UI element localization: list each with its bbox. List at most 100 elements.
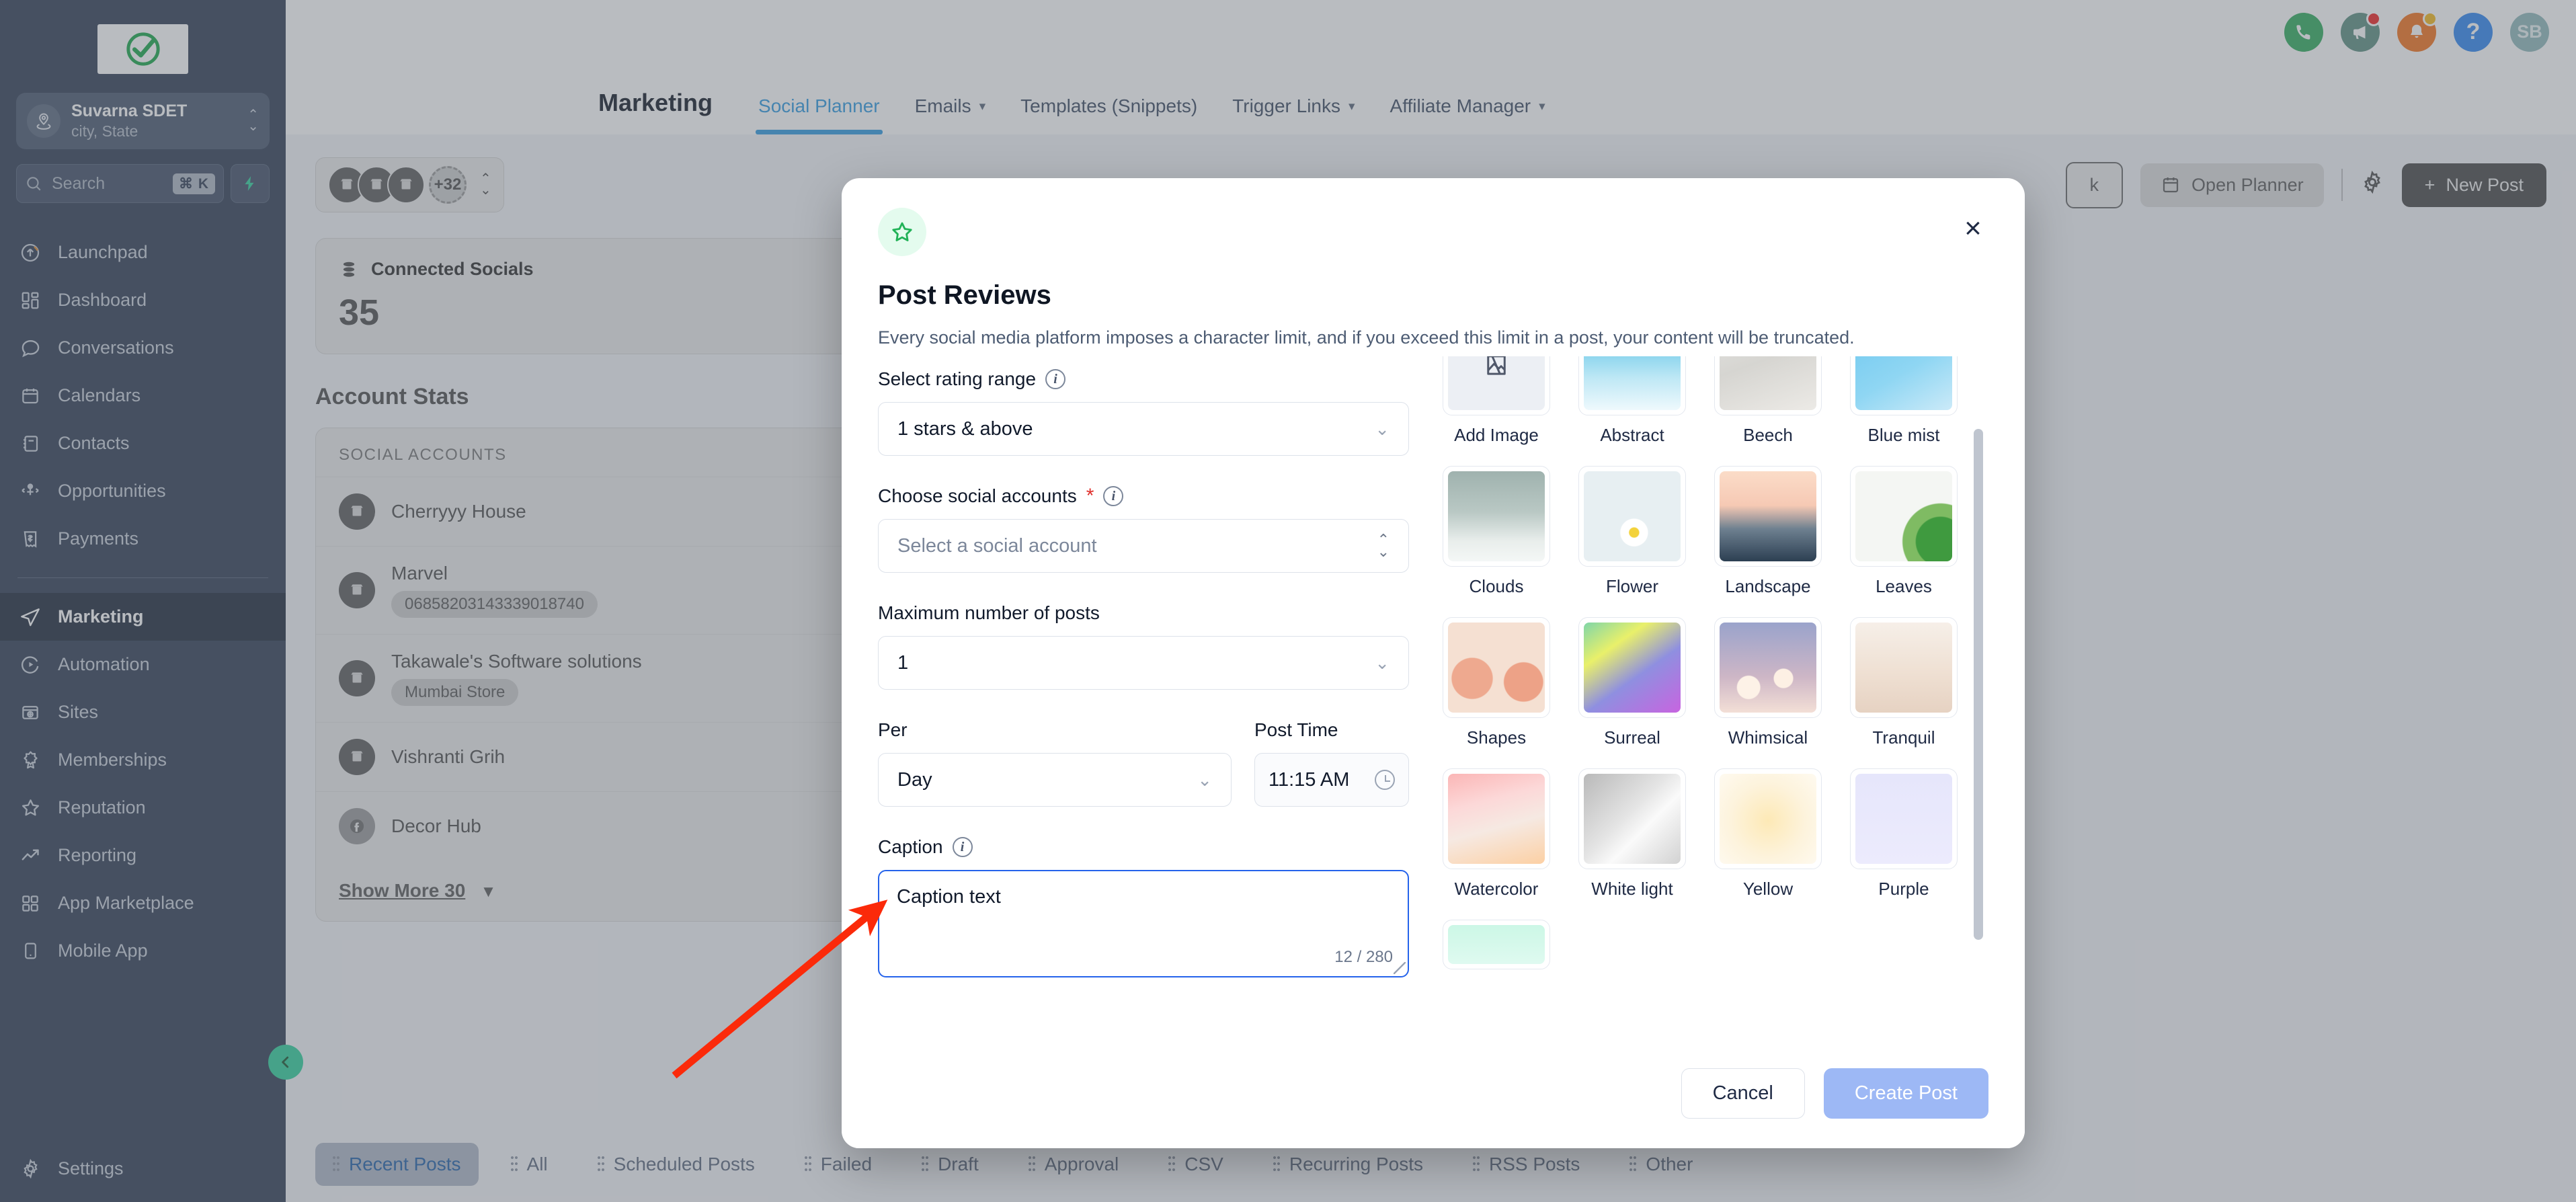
- gallery-thumb: [1443, 617, 1550, 719]
- gallery-item-whimsical[interactable]: Whimsical: [1707, 617, 1828, 748]
- gallery-item-shapes[interactable]: Shapes: [1436, 617, 1557, 748]
- modal-title: Post Reviews: [878, 280, 1051, 310]
- gallery-image: [1448, 471, 1545, 562]
- gallery-item-surreal[interactable]: Surreal: [1572, 617, 1693, 748]
- chevron-updown-icon: ⌃ ⌄: [1377, 531, 1390, 561]
- caption-value: Caption text: [897, 886, 1001, 908]
- gallery-image: [1855, 774, 1952, 865]
- social-accounts-placeholder: Select a social account: [897, 534, 1097, 557]
- gallery-image: [1855, 471, 1952, 562]
- gallery-image: [1855, 356, 1952, 411]
- social-accounts-label: Choose social accounts: [878, 485, 1077, 507]
- gallery-item-yellow[interactable]: Yellow: [1707, 768, 1828, 899]
- gallery-thumb: [1714, 466, 1822, 567]
- per-value: Day: [897, 768, 932, 791]
- gallery-item-blue-mist[interactable]: Blue mist: [1843, 356, 1964, 446]
- gallery-scroll-area[interactable]: Add Image Abstract Beech Blue mist Cloud…: [1436, 356, 1964, 1048]
- gallery-image: [1584, 774, 1681, 865]
- social-accounts-group: Choose social accounts * i Select a soci…: [878, 485, 1409, 573]
- gallery-label: White light: [1591, 879, 1673, 899]
- star-outline-icon: [878, 208, 926, 256]
- create-post-button[interactable]: Create Post: [1823, 1068, 1988, 1119]
- gallery-thumb: [1714, 768, 1822, 870]
- gallery-label: Tranquil: [1872, 727, 1935, 748]
- chevron-down-icon: ⌄: [1197, 769, 1212, 790]
- gallery-image: [1584, 471, 1681, 562]
- rating-range-group: Select rating range i 1 stars & above ⌄: [878, 368, 1409, 456]
- required-asterisk: *: [1086, 485, 1094, 508]
- gallery-scrollbar[interactable]: [1974, 429, 1983, 940]
- gallery-item-partial[interactable]: [1436, 920, 1557, 970]
- caption-input[interactable]: Caption text 12 / 280: [878, 870, 1409, 978]
- post-time-label: Post Time: [1254, 719, 1338, 741]
- max-posts-select[interactable]: 1 ⌄: [878, 636, 1409, 690]
- caption-label-row: Caption i: [878, 836, 1409, 858]
- social-accounts-select[interactable]: Select a social account ⌃ ⌄: [878, 519, 1409, 573]
- gallery-item-flower[interactable]: Flower: [1572, 466, 1693, 597]
- gallery-image: [1855, 623, 1952, 713]
- gallery-item-landscape[interactable]: Landscape: [1707, 466, 1828, 597]
- post-time-input[interactable]: 11:15 AM: [1254, 753, 1409, 807]
- gallery-image: [1720, 471, 1816, 562]
- clock-icon: [1375, 770, 1395, 791]
- caption-label: Caption: [878, 836, 943, 858]
- gallery-thumb: [1443, 356, 1550, 416]
- info-icon[interactable]: i: [1103, 486, 1124, 507]
- gallery-thumb: [1443, 920, 1550, 970]
- gallery-image: [1448, 623, 1545, 713]
- gallery-label: Shapes: [1466, 727, 1527, 748]
- gallery-item-clouds[interactable]: Clouds: [1436, 466, 1557, 597]
- per-label: Per: [878, 719, 908, 741]
- per-select[interactable]: Day ⌄: [878, 753, 1232, 807]
- gallery-item-add-image[interactable]: Add Image: [1436, 356, 1557, 446]
- rating-range-select[interactable]: 1 stars & above ⌄: [878, 402, 1409, 456]
- gallery-item-tranquil[interactable]: Tranquil: [1843, 617, 1964, 748]
- modal-subtitle: Every social media platform imposes a ch…: [878, 327, 1855, 348]
- image-gallery: Add Image Abstract Beech Blue mist Cloud…: [1436, 356, 1988, 1048]
- post-time-value: 11:15 AM: [1269, 768, 1350, 791]
- gallery-label: Clouds: [1469, 576, 1524, 597]
- gallery-thumb: [1850, 768, 1958, 870]
- gallery-thumb: [1850, 617, 1958, 719]
- gallery-item-beech[interactable]: Beech: [1707, 356, 1828, 446]
- gallery-item-white-light[interactable]: White light: [1572, 768, 1693, 899]
- gallery-thumb: [1578, 466, 1686, 567]
- gallery-label: Beech: [1743, 425, 1793, 446]
- close-icon[interactable]: ×: [1958, 213, 1988, 244]
- rating-range-label: Select rating range: [878, 368, 1037, 390]
- gallery-item-abstract[interactable]: Abstract: [1572, 356, 1693, 446]
- modal-header: Post Reviews Every social media platform…: [842, 178, 2025, 350]
- chevron-down-icon: ⌄: [1375, 652, 1390, 673]
- add-image-icon: [1448, 356, 1545, 411]
- resize-handle-icon[interactable]: [1394, 962, 1406, 975]
- gallery-image: [1448, 774, 1545, 865]
- max-posts-group: Maximum number of posts 1 ⌄: [878, 602, 1409, 690]
- caption-group: Caption i Caption text 12 / 280: [878, 836, 1409, 978]
- gallery-thumb: [1578, 617, 1686, 719]
- max-posts-label: Maximum number of posts: [878, 602, 1100, 624]
- gallery-thumb: [1443, 768, 1550, 870]
- gallery-thumb: [1578, 356, 1686, 416]
- info-icon[interactable]: i: [1045, 369, 1066, 390]
- gallery-thumb: [1850, 466, 1958, 567]
- gallery-item-leaves[interactable]: Leaves: [1843, 466, 1964, 597]
- modal-body: Select rating range i 1 stars & above ⌄ …: [842, 350, 2025, 1048]
- gallery-label: Purple: [1878, 879, 1929, 899]
- max-posts-label-row: Maximum number of posts: [878, 602, 1409, 624]
- gallery-thumb: [1714, 617, 1822, 719]
- modal-footer: Cancel Create Post: [842, 1048, 2025, 1148]
- max-posts-value: 1: [897, 651, 909, 674]
- gallery-label: Whimsical: [1728, 727, 1808, 748]
- gallery-image: [1720, 356, 1816, 411]
- post-reviews-modal: Post Reviews Every social media platform…: [842, 178, 2025, 1148]
- post-time-group: Post Time 11:15 AM: [1254, 719, 1409, 807]
- gallery-item-purple[interactable]: Purple: [1843, 768, 1964, 899]
- gallery-image: [1720, 774, 1816, 865]
- cancel-button[interactable]: Cancel: [1681, 1068, 1805, 1119]
- post-form: Select rating range i 1 stars & above ⌄ …: [878, 356, 1409, 1048]
- chevron-down-icon: ⌄: [1375, 418, 1390, 439]
- caption-counter: 12 / 280: [1334, 948, 1393, 967]
- gallery-grid: Add Image Abstract Beech Blue mist Cloud…: [1436, 356, 1964, 970]
- gallery-item-watercolor[interactable]: Watercolor: [1436, 768, 1557, 899]
- info-icon[interactable]: i: [952, 837, 973, 858]
